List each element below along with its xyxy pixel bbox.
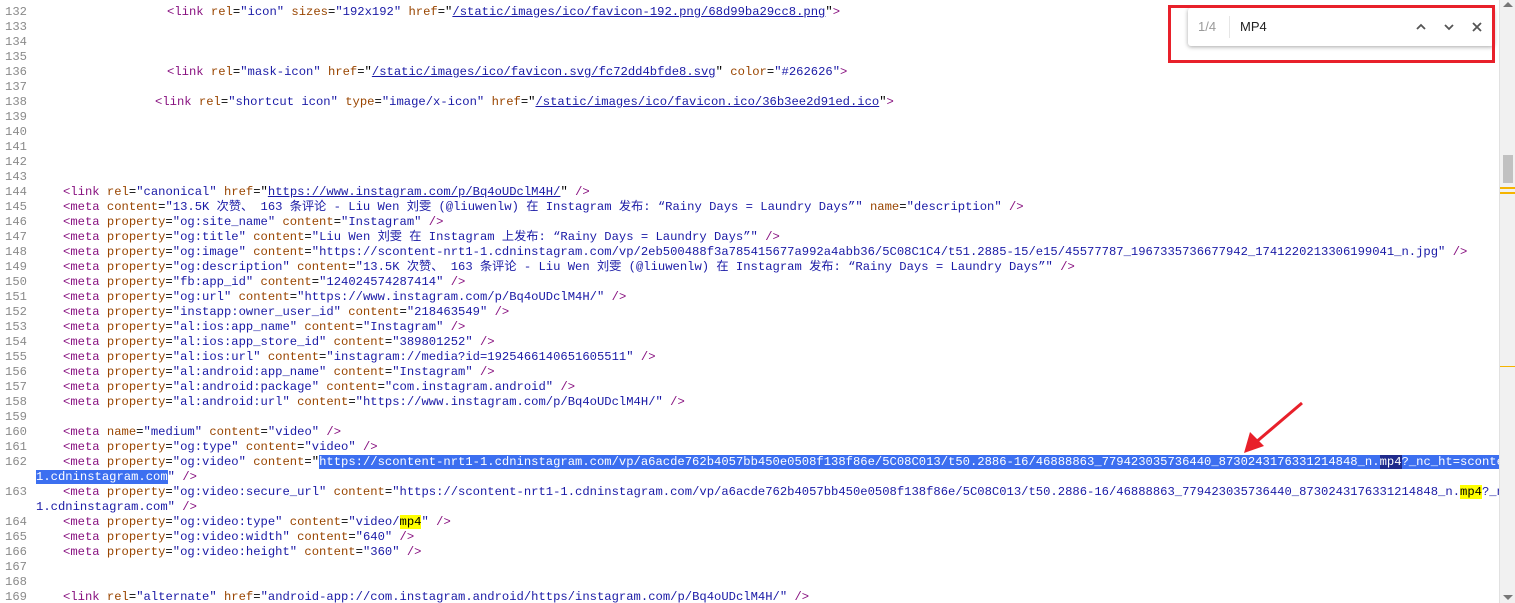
annotation-arrow-icon xyxy=(1244,401,1303,453)
